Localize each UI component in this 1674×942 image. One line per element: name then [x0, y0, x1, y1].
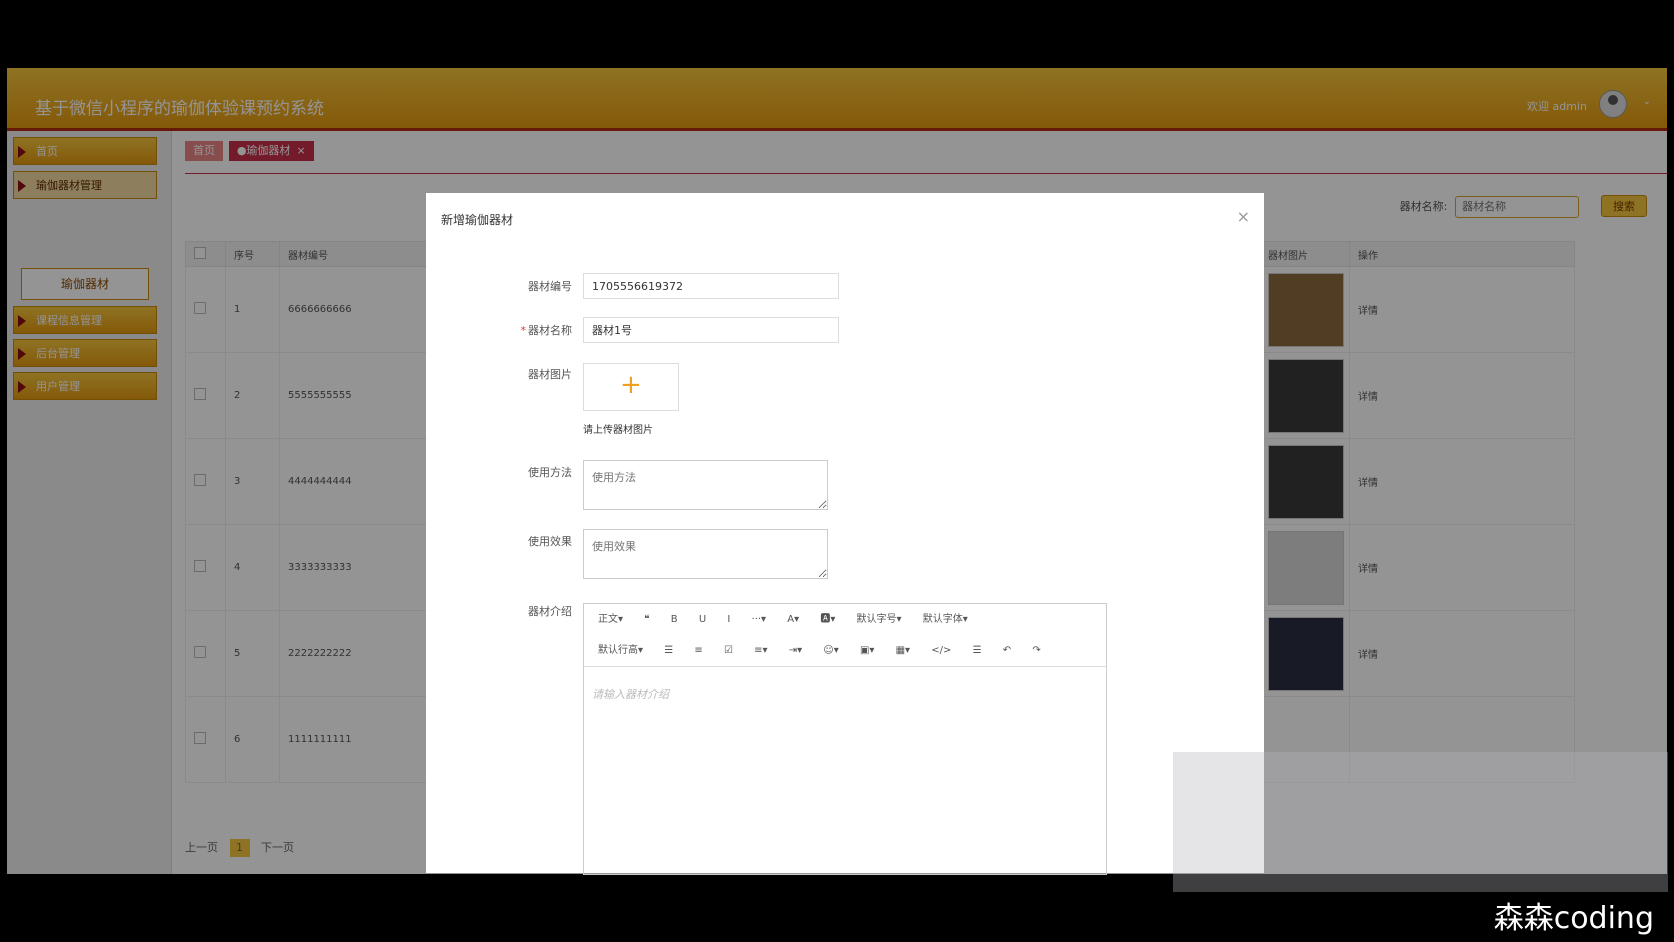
background-color-icon[interactable]: 🅰▾: [820, 614, 835, 625]
editor-toolbar: 正文▾ ❝ B U I ···▾ A▾ 🅰▾ 默认字号▾ 默认字体▾ 默认行高▾…: [584, 604, 1106, 667]
redo-icon[interactable]: ↷: [1032, 645, 1040, 656]
dialog-title: 新增瑜伽器材: [441, 213, 514, 227]
code-icon[interactable]: </>: [931, 645, 951, 656]
blockquote-icon[interactable]: ❝: [644, 614, 649, 625]
watermark: [1173, 752, 1668, 892]
line-height-dropdown[interactable]: 默认行高▾: [598, 645, 643, 656]
underline-icon[interactable]: U: [699, 614, 706, 625]
font-size-dropdown[interactable]: 默认字号▾: [857, 614, 902, 625]
close-icon[interactable]: ×: [1237, 207, 1250, 226]
numbered-list-icon[interactable]: ≡: [694, 645, 702, 656]
image-icon[interactable]: ▣▾: [860, 645, 874, 656]
name-input[interactable]: 器材1号: [583, 317, 839, 343]
indent-icon[interactable]: ⇥▾: [789, 645, 802, 656]
font-color-icon[interactable]: A▾: [787, 614, 799, 625]
italic-icon[interactable]: I: [727, 614, 730, 625]
editor-placeholder[interactable]: 请输入器材介绍: [592, 686, 669, 702]
table-icon[interactable]: ▦▾: [896, 645, 910, 656]
bullet-list-icon[interactable]: ☰: [664, 645, 673, 656]
divider-icon[interactable]: ☰: [973, 645, 982, 656]
font-family-dropdown[interactable]: 默认字体▾: [923, 614, 968, 625]
code-label: 器材编号: [528, 280, 572, 293]
toolbar-row: 默认行高▾ ☰ ≡ ☑ ≡▾ ⇥▾ ☺▾ ▣▾ ▦▾ </> ☰ ↶ ↷: [584, 635, 1106, 666]
name-label: * 器材名称: [426, 322, 573, 338]
effect-label: 使用效果: [528, 535, 572, 548]
todo-icon[interactable]: ☑: [724, 645, 733, 656]
more-icon[interactable]: ···▾: [752, 614, 767, 625]
intro-label: 器材介绍: [528, 605, 572, 618]
required-mark: *: [520, 324, 527, 337]
usage-textarea[interactable]: [583, 460, 828, 510]
upload-hint: 请上传器材图片: [583, 425, 653, 436]
rich-text-editor: 正文▾ ❝ B U I ···▾ A▾ 🅰▾ 默认字号▾ 默认字体▾ 默认行高▾…: [583, 603, 1107, 875]
add-equipment-dialog: 新增瑜伽器材 × 器材编号 1705556619372 * 器材名称 器材1号 器…: [426, 193, 1264, 875]
upload-button[interactable]: +: [583, 363, 679, 411]
align-icon[interactable]: ≡▾: [754, 645, 767, 656]
channel-caption: 森森coding: [1493, 901, 1654, 936]
bold-icon[interactable]: B: [671, 614, 678, 625]
usage-label: 使用方法: [528, 466, 572, 479]
undo-icon[interactable]: ↶: [1003, 645, 1011, 656]
plus-icon: +: [620, 370, 642, 400]
name-label-text: 器材名称: [528, 324, 572, 337]
emoji-icon[interactable]: ☺▾: [823, 645, 838, 656]
effect-textarea[interactable]: [583, 529, 828, 579]
code-input[interactable]: 1705556619372: [583, 273, 839, 299]
toolbar-row: 正文▾ ❝ B U I ···▾ A▾ 🅰▾ 默认字号▾ 默认字体▾: [584, 604, 1106, 635]
image-label: 器材图片: [528, 368, 572, 381]
paragraph-format-dropdown[interactable]: 正文▾: [598, 614, 623, 625]
